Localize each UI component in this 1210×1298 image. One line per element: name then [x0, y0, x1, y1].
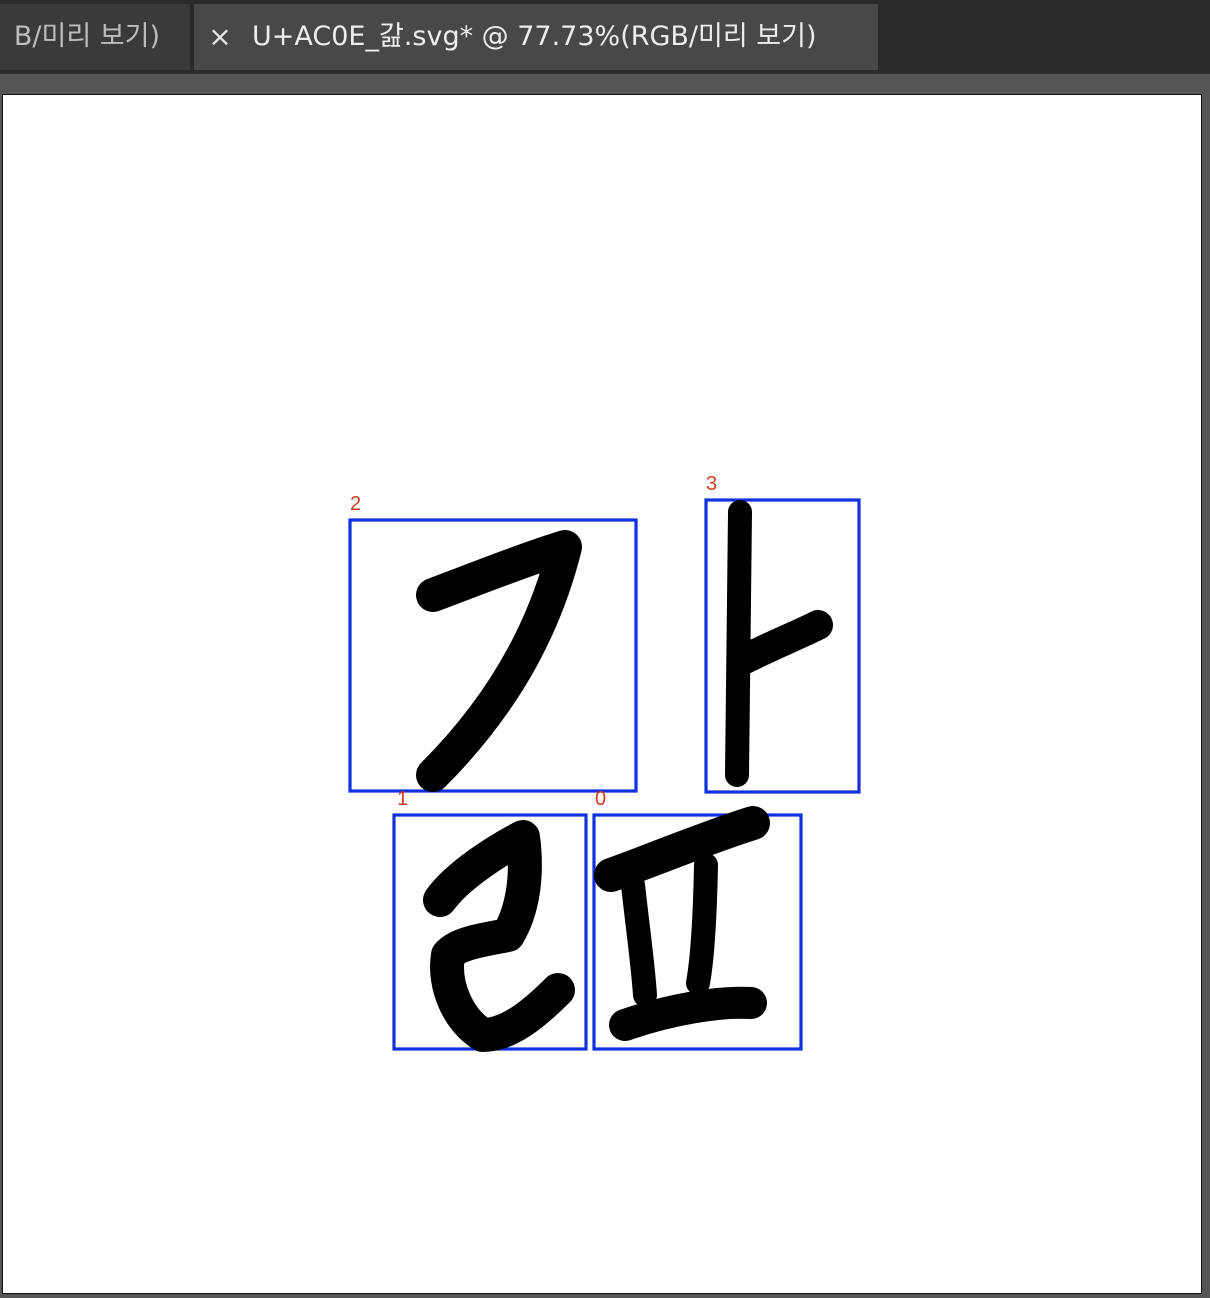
stroke-pieup-right — [686, 853, 718, 995]
stroke-pieup-left — [621, 873, 657, 1007]
tab-current-document[interactable]: × U+AC0E_갎.svg* @ 77.73%(RGB/미리 보기) — [194, 4, 878, 70]
component-1-label: 1 — [397, 788, 408, 810]
artboard[interactable]: 2 3 1 0 — [2, 94, 1202, 1294]
tab-label: B/미리 보기) — [13, 21, 160, 52]
close-icon[interactable]: × — [206, 4, 234, 70]
component-1[interactable]: 1 — [392, 788, 588, 1052]
stroke-pieup-top — [594, 806, 770, 892]
tab-previous-document[interactable]: B/미리 보기) — [0, 4, 192, 70]
stroke-giyeok — [416, 530, 582, 792]
component-2[interactable]: 2 — [348, 493, 638, 793]
glyph-canvas: 2 3 1 0 — [348, 473, 861, 1052]
document-tab-bar: B/미리 보기) × U+AC0E_갎.svg* @ 77.73%(RGB/미리… — [0, 0, 1210, 74]
component-0-label: 0 — [595, 788, 606, 810]
tab-label: U+AC0E_갎.svg* @ 77.73%(RGB/미리 보기) — [252, 21, 817, 52]
component-3[interactable]: 3 — [704, 473, 861, 794]
stroke-pieup-bottom — [609, 986, 767, 1041]
stroke-a-vertical — [725, 500, 752, 787]
stroke-rieul — [423, 820, 575, 1052]
component-2-label: 2 — [350, 493, 361, 515]
component-0[interactable]: 0 — [592, 788, 803, 1051]
stroke-a-horizontal — [728, 610, 833, 675]
component-3-label: 3 — [706, 473, 717, 495]
